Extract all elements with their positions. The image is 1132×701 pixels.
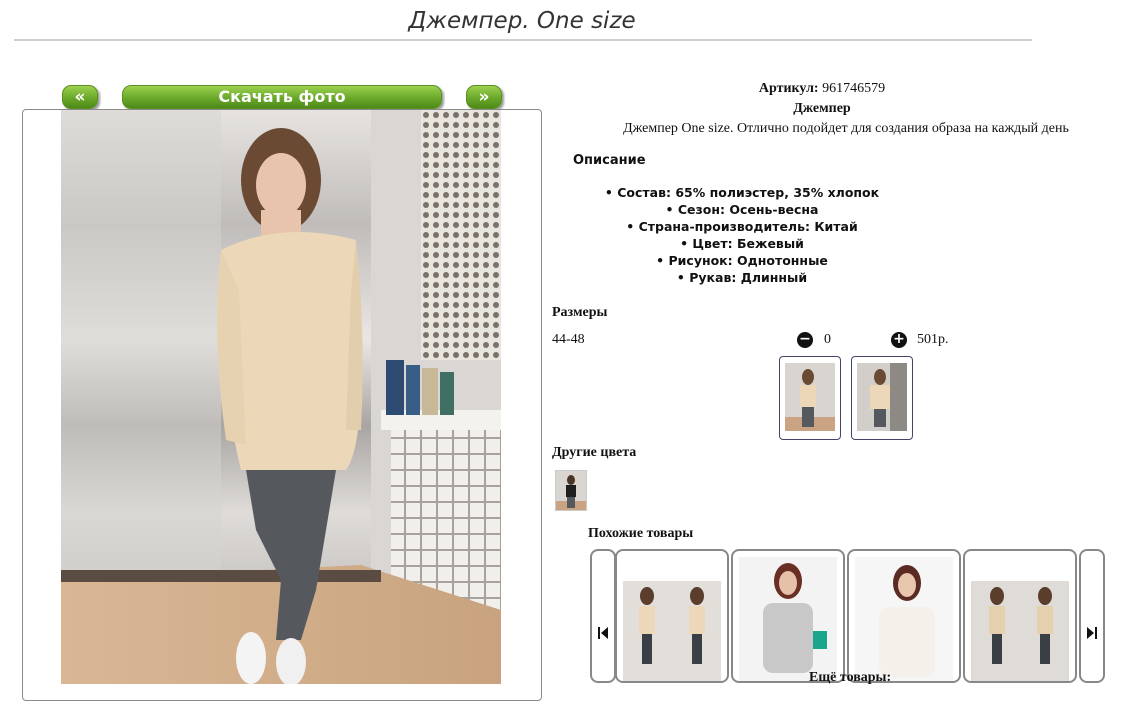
similar-product-card[interactable] (963, 549, 1077, 683)
sizes-heading: Размеры (552, 305, 608, 320)
other-colors-heading: Другие цвета (552, 445, 637, 460)
similar-product-image (739, 557, 837, 681)
similar-product-image (623, 581, 721, 681)
product-photo[interactable] (61, 110, 501, 684)
other-color-image (556, 471, 586, 510)
short-description: Джемпер One size. Отлично подойдет для с… (623, 121, 1069, 136)
similar-product-card[interactable] (847, 549, 961, 683)
photo-thumbnail[interactable] (851, 356, 913, 440)
plus-circle-icon[interactable]: + (891, 332, 907, 348)
description-heading: Описание (573, 153, 646, 168)
article-line: Артикул: 961746579 (552, 81, 1092, 97)
thumbnail-image (857, 363, 907, 431)
property-list: Состав: 65% полиэстер, 35% хлопок Сезон:… (552, 184, 932, 286)
title-divider (14, 39, 1032, 41)
article-value: 961746579 (822, 81, 886, 96)
carousel-next-button[interactable] (1079, 549, 1105, 683)
similar-product-card[interactable] (731, 549, 845, 683)
product-name: Джемпер (793, 101, 851, 116)
property-item: Состав: 65% полиэстер, 35% хлопок (552, 184, 932, 201)
prev-photo-button[interactable]: « (62, 85, 98, 109)
price-value: 501р. (917, 332, 949, 347)
quantity-value: 0 (824, 332, 831, 347)
property-item: Страна-производитель: Китай (552, 218, 932, 235)
carousel-prev-button[interactable] (590, 549, 616, 683)
size-value: 44-48 (552, 332, 585, 347)
next-photo-button[interactable]: » (466, 85, 502, 109)
property-item: Рукав: Длинный (552, 269, 932, 286)
article-label: Артикул: (758, 81, 819, 96)
property-item: Цвет: Бежевый (552, 235, 932, 252)
download-photo-button[interactable]: Скачать фото (122, 85, 442, 109)
thumbnail-image (785, 363, 835, 431)
similar-product-image (971, 581, 1069, 681)
photo-thumbnail[interactable] (779, 356, 841, 440)
similar-product-image (855, 557, 953, 681)
page-title: Джемпер. One size (408, 8, 636, 34)
product-photo-image (61, 110, 501, 684)
other-color-thumbnail[interactable] (555, 470, 587, 511)
similar-heading: Похожие товары (588, 526, 694, 541)
skip-back-icon (598, 627, 608, 639)
skip-forward-icon (1087, 627, 1097, 639)
property-item: Рисунок: Однотонные (552, 252, 932, 269)
property-item: Сезон: Осень-весна (552, 201, 932, 218)
minus-circle-icon[interactable]: − (797, 332, 813, 348)
similar-product-card[interactable] (615, 549, 729, 683)
